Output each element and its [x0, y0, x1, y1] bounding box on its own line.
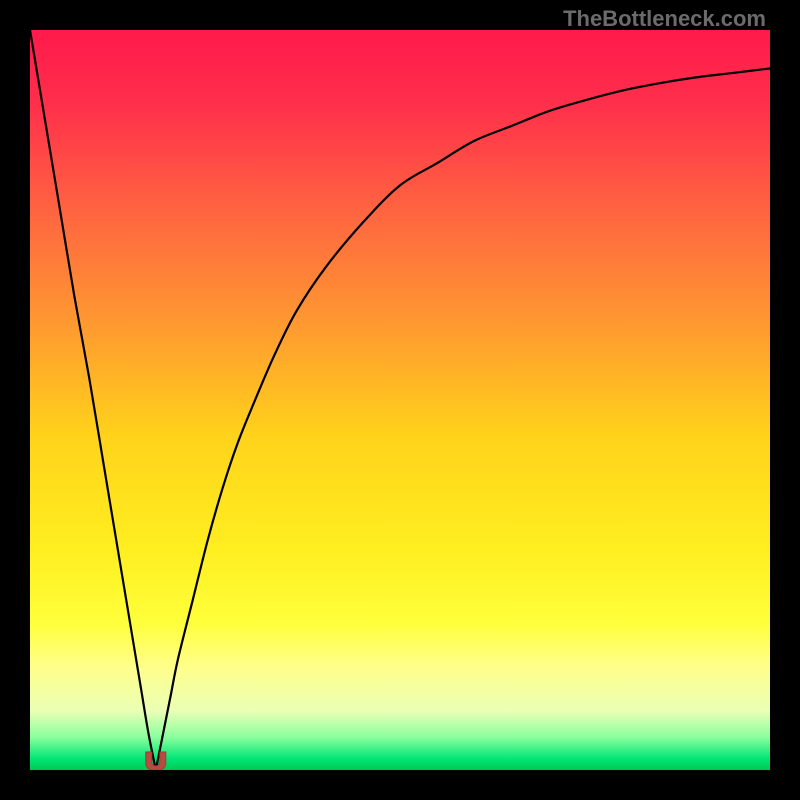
chart-svg [30, 30, 770, 770]
watermark-text: TheBottleneck.com [563, 6, 766, 32]
plot-area [30, 30, 770, 770]
gradient-background [30, 30, 770, 770]
chart-frame: TheBottleneck.com [0, 0, 800, 800]
